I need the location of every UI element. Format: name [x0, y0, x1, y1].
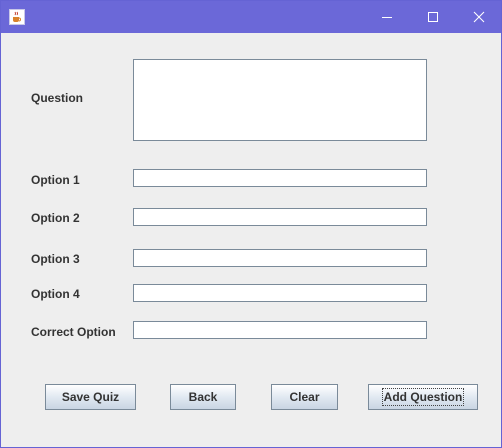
minimize-button[interactable]: [365, 1, 409, 33]
back-button[interactable]: Back: [170, 384, 236, 410]
close-icon: [473, 11, 485, 23]
save-quiz-button[interactable]: Save Quiz: [45, 384, 136, 410]
option4-field[interactable]: [133, 284, 427, 302]
back-label: Back: [188, 390, 218, 404]
maximize-icon: [428, 12, 438, 22]
add-question-label: Add Question: [381, 388, 465, 406]
clear-button[interactable]: Clear: [271, 384, 338, 410]
close-button[interactable]: [457, 1, 501, 33]
title-bar[interactable]: [1, 1, 501, 33]
add-question-button[interactable]: Add Question: [368, 384, 478, 410]
option3-field[interactable]: [133, 249, 427, 267]
clear-label: Clear: [289, 390, 320, 404]
option2-field[interactable]: [133, 208, 427, 226]
option3-label: Option 3: [31, 252, 80, 266]
correct-option-field[interactable]: [133, 321, 427, 339]
minimize-icon: [382, 17, 392, 18]
option1-label: Option 1: [31, 173, 80, 187]
question-textarea[interactable]: [133, 59, 427, 141]
option1-field[interactable]: [133, 169, 427, 187]
java-cup-icon: [9, 9, 25, 25]
form-panel: Question Option 1 Option 2 Option 3 Opti…: [1, 33, 501, 447]
maximize-button[interactable]: [411, 1, 455, 33]
app-window: Question Option 1 Option 2 Option 3 Opti…: [0, 0, 502, 448]
correct-option-label: Correct Option: [31, 325, 116, 339]
save-quiz-label: Save Quiz: [61, 390, 120, 404]
question-label: Question: [31, 91, 84, 105]
option4-label: Option 4: [31, 287, 80, 301]
option2-label: Option 2: [31, 211, 80, 225]
